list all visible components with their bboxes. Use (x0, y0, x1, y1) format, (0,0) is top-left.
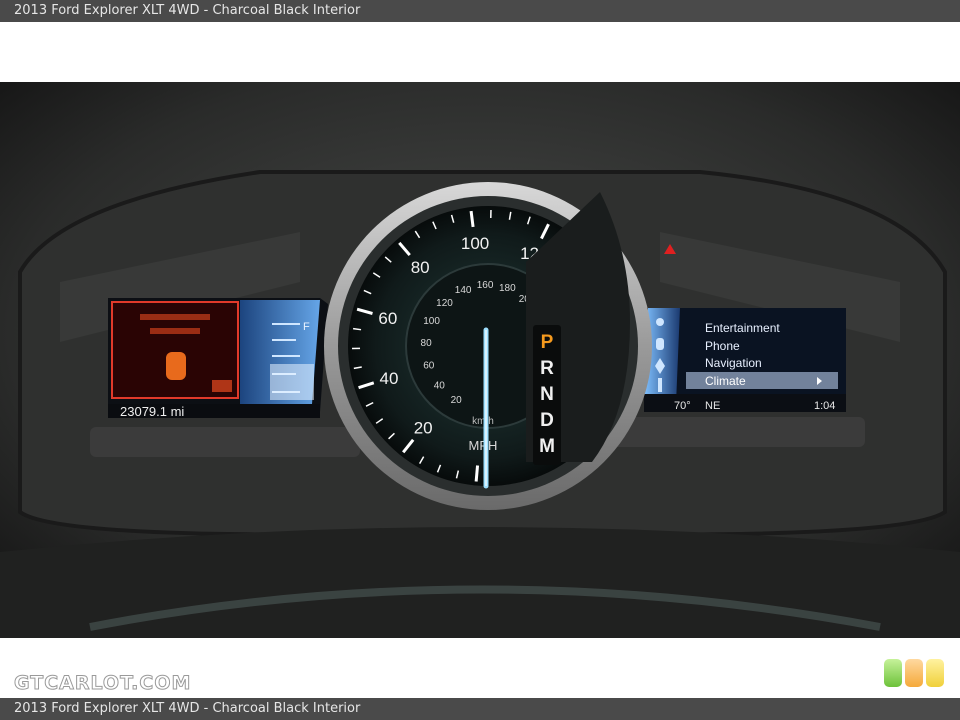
kmh-label: 20 (451, 395, 463, 406)
mph-label: 80 (411, 258, 430, 277)
door-ajar-icon (166, 352, 186, 380)
outside-temperature: 70° (674, 400, 691, 412)
menu-item-climate[interactable]: Climate (705, 374, 746, 388)
kmh-label: 160 (477, 280, 494, 291)
right-info-display: Entertainment Phone Navigation Climate 7… (644, 308, 846, 412)
speed-unit-label: MPH (469, 438, 498, 453)
gear-p: P (541, 332, 554, 353)
mph-tick (474, 465, 480, 482)
phone-icon (656, 338, 664, 350)
kmh-label: 180 (499, 283, 516, 294)
gear-n: N (540, 384, 554, 405)
gear-d: D (540, 410, 554, 431)
kmh-label: 40 (434, 380, 446, 391)
compass-heading: NE (705, 400, 720, 412)
gear-r: R (540, 358, 554, 379)
menu-item-phone[interactable]: Phone (705, 339, 740, 353)
kmh-label: 140 (455, 285, 472, 296)
clock-time: 1:04 (814, 400, 835, 412)
footer-bar: 2013 Ford Explorer XLT 4WD - Charcoal Bl… (0, 698, 960, 720)
yellow-light-icon (926, 659, 944, 687)
traffic-light-logo (884, 659, 946, 689)
header-bar: 2013 Ford Explorer XLT 4WD - Charcoal Bl… (0, 0, 960, 22)
music-note-icon (656, 318, 664, 326)
climate-icon (658, 378, 662, 392)
fuel-full-label: F (303, 321, 310, 333)
kmh-label: 120 (436, 298, 453, 309)
mph-label: 20 (414, 418, 433, 437)
mph-tick (353, 327, 362, 331)
orange-light-icon (905, 659, 923, 687)
speed-unit-metric-label: km/h (472, 416, 494, 427)
mph-tick (469, 210, 475, 228)
kmh-label: 80 (421, 338, 433, 349)
kmh-label: 100 (423, 316, 440, 327)
header-title: 2013 Ford Explorer XLT 4WD - Charcoal Bl… (14, 3, 361, 18)
site-logo[interactable]: GTCARLOT.COM (13, 672, 191, 695)
dashboard-photo: F 23079.1 mi Entertainment Phone Navigat… (0, 82, 960, 638)
left-info-display: F 23079.1 mi (108, 298, 328, 419)
menu-item-navigation[interactable]: Navigation (705, 356, 762, 370)
menu-item-entertainment[interactable]: Entertainment (705, 321, 780, 335)
kmh-label: 60 (423, 360, 435, 371)
footer-caption: 2013 Ford Explorer XLT 4WD - Charcoal Bl… (14, 701, 361, 716)
green-light-icon (884, 659, 902, 687)
mph-label: 40 (380, 369, 399, 388)
gear-m: M (539, 436, 555, 457)
mph-label: 100 (461, 234, 489, 253)
instrument-cluster-illustration: F 23079.1 mi Entertainment Phone Navigat… (0, 82, 960, 638)
gear-indicator: PRNDM (539, 332, 555, 457)
odometer-readout: 23079.1 mi (120, 404, 184, 419)
speedometer: 20406080100120140 2040608010012014016018… (324, 182, 652, 510)
fuel-gauge-level (270, 364, 314, 400)
mph-label: 60 (378, 309, 397, 328)
